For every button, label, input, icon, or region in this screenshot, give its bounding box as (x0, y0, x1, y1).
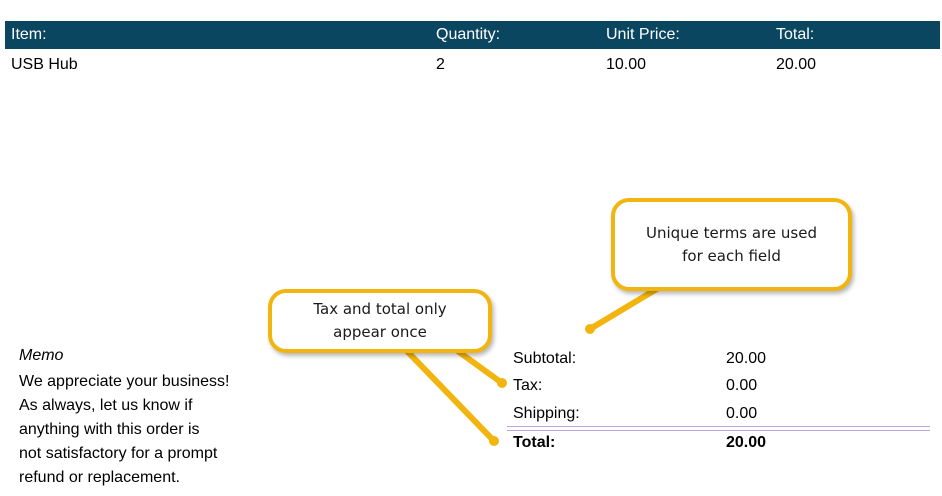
total-pointer-dot (489, 436, 499, 446)
callout-tax-total: Tax and total only appear once (268, 289, 492, 353)
unique-terms-pointer-dot (585, 324, 595, 334)
unique-terms-pointer-line (587, 284, 663, 332)
total-pointer-line (402, 346, 497, 444)
tax-pointer-line (452, 346, 505, 386)
tax-pointer-dot (497, 378, 507, 388)
callout-unique-terms: Unique terms are used for each field (611, 198, 852, 291)
